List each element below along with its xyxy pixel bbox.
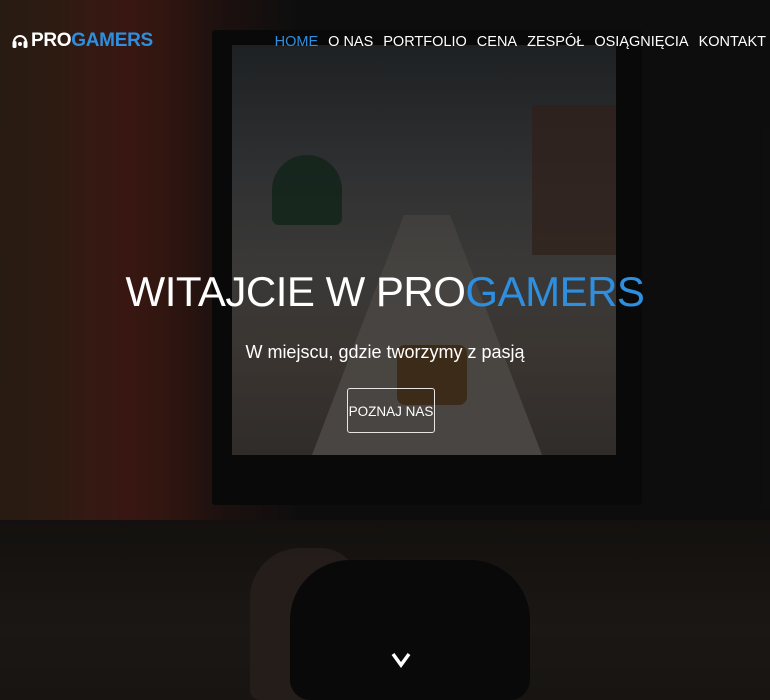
headset-icon — [12, 32, 28, 50]
nav-item-zespol[interactable]: ZESPÓŁ — [527, 32, 584, 52]
hero-section: PROGAMERS HOME O NAS PORTFOLIO CENA ZESP… — [0, 0, 770, 700]
brand-name: PROGAMERS — [31, 28, 153, 54]
poznaj-nas-button[interactable]: POZNAJ NAS — [347, 388, 435, 433]
brand-logo[interactable]: PROGAMERS — [12, 28, 153, 54]
brand-name-part1: PRO — [31, 30, 72, 51]
hero-title-part2: GAMERS — [465, 268, 645, 315]
main-nav: HOME O NAS PORTFOLIO CENA ZESPÓŁ OSIĄGNI… — [275, 32, 766, 52]
chevron-down-icon[interactable] — [391, 650, 411, 670]
nav-item-kontakt[interactable]: KONTAKT — [699, 32, 766, 52]
hero-subtitle: W miejscu, gdzie tworzymy z pasją — [245, 342, 525, 362]
nav-item-cena[interactable]: CENA — [477, 32, 517, 52]
nav-item-osiagniecia[interactable]: OSIĄGNIĘCIA — [594, 32, 688, 52]
nav-item-home[interactable]: HOME — [275, 32, 319, 52]
hero-title: WITAJCIE W PROGAMERS — [0, 264, 770, 320]
brand-name-part2: GAMERS — [71, 30, 153, 51]
nav-item-o-nas[interactable]: O NAS — [328, 32, 373, 52]
nav-item-portfolio[interactable]: PORTFOLIO — [383, 32, 467, 52]
hero-title-part1: WITAJCIE W PRO — [125, 268, 466, 315]
navbar: PROGAMERS HOME O NAS PORTFOLIO CENA ZESP… — [0, 0, 770, 80]
